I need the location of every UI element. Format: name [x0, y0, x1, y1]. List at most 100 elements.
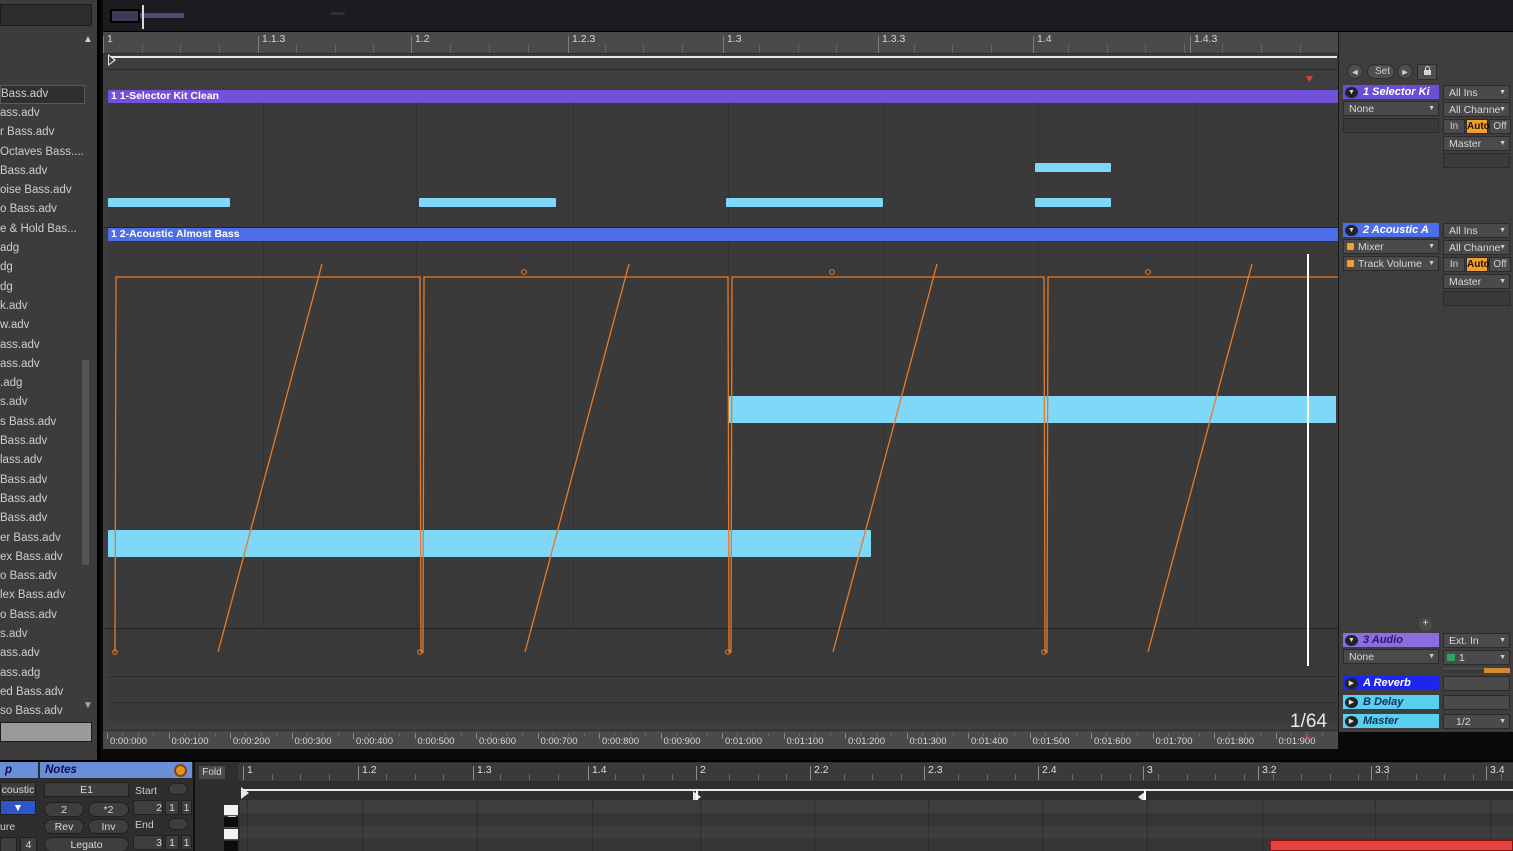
browser-list-item[interactable]: s Bass.adv	[0, 413, 85, 432]
monitor-in-button[interactable]: In	[1443, 119, 1465, 134]
automation-ramp[interactable]	[524, 263, 630, 653]
browser-list-item[interactable]: Bass.adv	[0, 490, 85, 509]
end-nudge-knob[interactable]	[168, 818, 188, 830]
invert-notes-button[interactable]: Inv	[88, 819, 129, 834]
piano-white-key[interactable]	[224, 829, 238, 840]
piano-roll-row[interactable]	[240, 800, 1513, 813]
monitor-off-button[interactable]: Off	[1489, 257, 1511, 272]
output-chooser[interactable]: Master	[1443, 136, 1510, 151]
browser-list-item[interactable]: oise Bass.adv	[0, 181, 85, 200]
piano-roll-row[interactable]	[240, 826, 1513, 839]
automation-device-chooser[interactable]: None	[1343, 101, 1439, 116]
browser-list-item[interactable]: Bass.adv	[0, 471, 85, 490]
browser-list-item[interactable]: o Bass.adv	[0, 567, 85, 586]
browser-list-item[interactable]: ass.adg	[0, 664, 85, 683]
browser-footer-field[interactable]	[0, 722, 92, 742]
automation-ramp[interactable]	[832, 263, 938, 653]
return-unfold-icon[interactable]: ▶	[1345, 716, 1358, 727]
start-nudge-knob[interactable]	[168, 783, 188, 795]
input-type-chooser[interactable]: All Ins	[1443, 85, 1510, 100]
browser-list-item[interactable]: adg	[0, 239, 85, 258]
browser-scrollbar-thumb[interactable]	[82, 360, 89, 565]
clip-color-dropdown[interactable]: ▼	[0, 800, 36, 815]
scroll-up-icon[interactable]: ▲	[81, 34, 95, 48]
scroll-down-icon[interactable]: ▼	[81, 700, 95, 714]
browser-list-item[interactable]: r Bass.adv	[0, 123, 85, 142]
automation-line[interactable]	[114, 276, 1341, 653]
browser-list-item[interactable]: Bass.adv	[0, 432, 85, 451]
add-track-button[interactable]: +	[1419, 618, 1432, 631]
midi-note[interactable]	[726, 198, 883, 207]
browser-list-item[interactable]: ass.adv	[0, 355, 85, 374]
legato-button[interactable]: Legato	[44, 837, 129, 851]
browser-list-item[interactable]: s.adv	[0, 393, 85, 412]
browser-list-item[interactable]: e & Hold Bas...	[0, 220, 85, 239]
clip-title-bar[interactable]: 1 1-Selector Kit Clean	[108, 90, 1338, 103]
reverse-notes-button[interactable]: Rev	[44, 819, 84, 834]
browser-list-item[interactable]: ass.adv	[0, 644, 85, 663]
output-channel-slot[interactable]	[1443, 153, 1510, 168]
input-channel-chooser[interactable]: All Channe	[1443, 102, 1510, 117]
automation-device-chooser[interactable]: Mixer	[1343, 239, 1439, 254]
automation-parameter-chooser[interactable]: Track Volume	[1343, 256, 1439, 271]
record-led-icon[interactable]	[174, 764, 187, 777]
browser-list-item[interactable]: dg	[0, 258, 85, 277]
seconds-ruler[interactable]: 0:00:000 0:00:100 0:00:200 0:00:300 0:00:400…	[103, 730, 1338, 749]
clip-title-bar[interactable]: 1 2-Acoustic Almost Bass	[108, 228, 1338, 241]
next-locator-button[interactable]: ►	[1397, 64, 1413, 79]
return-output-chooser[interactable]	[1443, 676, 1510, 691]
clip-name-field[interactable]: coustic	[0, 782, 36, 797]
end-sixteenth-field[interactable]: 1	[181, 835, 192, 850]
double-notes-button[interactable]: *2	[88, 802, 129, 817]
browser-list-item[interactable]: ex Bass.adv	[0, 548, 85, 567]
piano-white-key[interactable]	[224, 805, 238, 816]
start-sixteenth-field[interactable]: 1	[181, 800, 192, 815]
browser-list-item[interactable]: ass.adv	[0, 336, 85, 355]
browser-list-item[interactable]: k.adv	[0, 297, 85, 316]
browser-list-item[interactable]: o Bass.adv	[0, 606, 85, 625]
browser-list-item[interactable]: o Bass.adv	[0, 200, 85, 219]
signature-numerator[interactable]	[0, 837, 17, 851]
arrangement-view[interactable]: 1 1.1.3 1.2 1.2.3 1.3 1.3.3 1.4 1.4.3 1 1-Selec…	[103, 32, 1341, 732]
start-beat-field[interactable]: 1	[165, 800, 179, 815]
piano-roll-keyboard[interactable]	[224, 805, 238, 851]
browser-list-item[interactable]: Bass.adv	[0, 85, 85, 104]
browser-list-item[interactable]: .adg	[0, 374, 85, 393]
overview-viewport-rect[interactable]	[110, 9, 140, 23]
midi-note[interactable]	[1035, 163, 1111, 172]
browser-file-list[interactable]: Bass.adv ass.adv r Bass.adv Octaves Bass...…	[0, 85, 85, 725]
input-channel-chooser[interactable]: All Channe	[1443, 240, 1510, 255]
output-channel-slot[interactable]	[1443, 291, 1510, 306]
browser-list-item[interactable]: Bass.adv	[0, 509, 85, 528]
browser-list-item[interactable]: Bass.adv	[0, 162, 85, 181]
return-a-lane[interactable]	[108, 676, 1338, 701]
browser-list-item[interactable]: lass.adv	[0, 451, 85, 470]
monitor-auto-button[interactable]: Auto	[1466, 257, 1490, 272]
return-output-chooser[interactable]: 1/2	[1443, 714, 1510, 729]
input-type-chooser[interactable]: All Ins	[1443, 223, 1510, 238]
track-fold-icon[interactable]: ▼	[1345, 635, 1358, 646]
track-fold-icon[interactable]: ▼	[1345, 225, 1358, 236]
piano-roll-loop-start-handle[interactable]	[241, 787, 249, 799]
lock-envelopes-icon[interactable]	[1417, 64, 1437, 80]
automation-ramp[interactable]	[1147, 263, 1253, 653]
automation-device-chooser[interactable]: None	[1343, 649, 1439, 664]
loop-brace-line[interactable]	[108, 56, 1337, 58]
automation-envelope[interactable]	[108, 263, 1341, 657]
end-bar-field[interactable]: 3	[133, 835, 163, 850]
browser-list-item[interactable]: so Bass.adv	[0, 702, 85, 721]
browser-list-item[interactable]: w.adv	[0, 316, 85, 335]
prev-locator-button[interactable]: ◄	[1347, 64, 1363, 79]
piano-roll-row[interactable]	[240, 813, 1513, 826]
browser-list-item[interactable]: ed Bass.adv	[0, 683, 85, 702]
monitor-off-button[interactable]: Off	[1489, 119, 1511, 134]
browser-search-input[interactable]	[0, 4, 92, 26]
monitor-in-button[interactable]: In	[1443, 257, 1465, 272]
browser-list-item[interactable]: s.adv	[0, 625, 85, 644]
browser-scrollbar-track[interactable]	[82, 90, 93, 710]
input-type-chooser[interactable]: Ext. In	[1443, 633, 1510, 648]
arrangement-overview[interactable]	[103, 0, 1513, 32]
signature-denominator[interactable]: 4	[20, 837, 37, 851]
start-bar-field[interactable]: 2	[133, 800, 163, 815]
automation-ramp[interactable]	[217, 263, 323, 653]
